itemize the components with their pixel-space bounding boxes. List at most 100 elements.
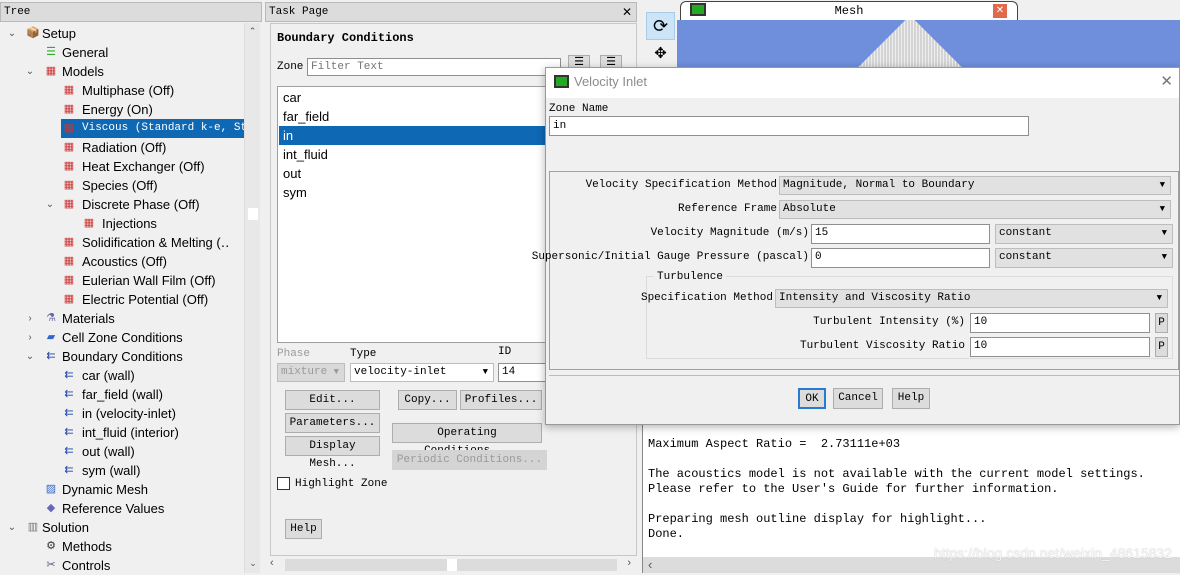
tree-item[interactable]: ▦ Radiation (Off)	[0, 138, 244, 157]
tree-item[interactable]: ◆ Reference Values	[0, 499, 244, 518]
help-button[interactable]: Help	[892, 388, 930, 409]
console-line: Preparing mesh outline display for highl…	[648, 512, 987, 526]
task-hscrollbar[interactable]: ‹ ›	[265, 557, 637, 573]
tree-item[interactable]: ⌄ ▥ Solution	[0, 518, 244, 537]
parameters-button[interactable]: Parameters...	[285, 413, 380, 433]
velocity-magnitude-mode[interactable]: constant ▼	[995, 224, 1173, 244]
dialog-titlebar[interactable]: Velocity Inlet ✕	[546, 68, 1179, 98]
zone-list-item[interactable]: far_field	[279, 107, 556, 126]
turb-intensity-input[interactable]: 10	[970, 313, 1150, 333]
setup-icon: 📦	[26, 27, 40, 39]
ok-button[interactable]: OK	[798, 388, 826, 409]
scroll-down-icon[interactable]: ⌄	[245, 558, 261, 569]
zone-filter-input[interactable]	[307, 58, 561, 76]
tree-item[interactable]: ▨ Dynamic Mesh	[0, 480, 244, 499]
tree-item[interactable]: ⇇ far_field (wall)	[0, 385, 244, 404]
operating-conditions-button[interactable]: Operating Conditions...	[392, 423, 542, 457]
fluent-icon	[554, 75, 569, 88]
tree-item[interactable]: › ⚗ Materials	[0, 309, 244, 328]
gauge-pressure-mode[interactable]: constant ▼	[995, 248, 1173, 268]
highlight-zone-checkbox[interactable]	[277, 477, 290, 490]
tree-item[interactable]: ⌄ 📦 Setup	[0, 24, 244, 43]
tree-item[interactable]: ⌄ ▦ Models	[0, 62, 244, 81]
tree-item[interactable]: ⇇ in (velocity-inlet)	[0, 404, 244, 423]
copy-button[interactable]: Copy...	[398, 390, 457, 410]
help-button[interactable]: Help	[285, 519, 322, 539]
scroll-thumb[interactable]	[447, 559, 457, 571]
tree-item[interactable]: ☰ General	[0, 43, 244, 62]
chevron-down-icon[interactable]: ⌄	[6, 24, 18, 43]
turb-intensity-param-button[interactable]: P	[1155, 313, 1168, 333]
close-icon[interactable]: ✕	[622, 3, 632, 21]
tree-item[interactable]: ⚙ Methods	[0, 537, 244, 556]
tree-item[interactable]: ▦ Acoustics (Off)	[0, 252, 244, 271]
chevron-down-icon[interactable]: ⌄	[24, 347, 36, 366]
chevron-right-icon[interactable]: ›	[24, 328, 36, 347]
chevron-down-icon[interactable]: ⌄	[6, 518, 18, 537]
tree-item[interactable]: › ▰ Cell Zone Conditions	[0, 328, 244, 347]
chevron-down-icon[interactable]: ⌄	[44, 195, 56, 214]
tree-item[interactable]: ⌄ ▦ Discrete Phase (Off)	[0, 195, 244, 214]
tree-item[interactable]: ▦ Electric Potential (Off)	[0, 290, 244, 309]
boundary-icon: ⇇	[64, 388, 74, 400]
zone-list-item[interactable]: car	[279, 88, 556, 107]
tree-item[interactable]: ▦ Energy (On)	[0, 100, 244, 119]
scroll-up-icon[interactable]: ⌃	[245, 23, 260, 39]
tree-item[interactable]: ⇇ car (wall)	[0, 366, 244, 385]
scroll-track[interactable]	[285, 559, 617, 571]
chevron-right-icon[interactable]: ›	[24, 309, 36, 328]
tree-item[interactable]: ▦ Multiphase (Off)	[0, 81, 244, 100]
model-icon: ▦	[63, 255, 75, 267]
tree-item[interactable]: ⇇ out (wall)	[0, 442, 244, 461]
turb-viscosity-param-button[interactable]: P	[1155, 337, 1168, 357]
watermark: https://blog.csdn.net/weixin_48615832	[933, 545, 1172, 561]
zone-list-item[interactable]: int_fluid	[279, 145, 556, 164]
turb-spec-value: Intensity and Viscosity Ratio	[779, 292, 971, 304]
rotate-icon[interactable]: ⟳	[646, 12, 675, 40]
close-icon[interactable]: ✕	[993, 4, 1007, 18]
zone-name-input[interactable]: in	[549, 116, 1029, 136]
tree-item[interactable]: ▦ Heat Exchanger (Off)	[0, 157, 244, 176]
pan-icon[interactable]: ✥	[646, 44, 675, 62]
tree-scrollbar[interactable]: ⌃ ⌄	[244, 23, 260, 573]
tree-item-label: Injections	[102, 216, 157, 231]
profiles-button[interactable]: Profiles...	[460, 390, 542, 410]
scroll-left-icon[interactable]: ‹	[270, 557, 274, 569]
velocity-spec-select[interactable]: Magnitude, Normal to Boundary ▼	[779, 176, 1171, 195]
turb-spec-select[interactable]: Intensity and Viscosity Ratio ▼	[775, 289, 1168, 308]
turb-viscosity-input[interactable]: 10	[970, 337, 1150, 357]
gauge-pressure-input[interactable]: 0	[811, 248, 990, 268]
zone-list-item[interactable]: out	[279, 164, 556, 183]
tree-item[interactable]: ⇇ sym (wall)	[0, 461, 244, 480]
zone-list[interactable]: car far_field in int_fluid out sym	[277, 86, 557, 343]
console[interactable]: Maximum Aspect Ratio = 2.73111e+03 The ac…	[642, 425, 1180, 573]
close-icon[interactable]: ✕	[1160, 72, 1173, 90]
reference-frame-select[interactable]: Absolute ▼	[779, 200, 1171, 219]
scroll-thumb[interactable]	[248, 208, 258, 220]
scroll-left-icon[interactable]: ‹	[648, 557, 652, 572]
id-field[interactable]: 14	[498, 363, 548, 382]
zone-list-item[interactable]: sym	[279, 183, 556, 202]
tree-item[interactable]: ▦ Species (Off)	[0, 176, 244, 195]
velocity-magnitude-input[interactable]: 15	[811, 224, 990, 244]
tree-item[interactable]: ⇇ int_fluid (interior)	[0, 423, 244, 442]
tree-item-label: Materials	[62, 311, 115, 326]
scroll-right-icon[interactable]: ›	[627, 557, 631, 569]
edit-button[interactable]: Edit...	[285, 390, 380, 410]
mesh-tab[interactable]: Mesh ✕	[680, 1, 1018, 20]
type-select[interactable]: velocity-inlet ▼	[350, 363, 494, 382]
tree-item[interactable]: ▦ Solidification & Melting (‥	[0, 233, 244, 252]
cancel-button[interactable]: Cancel	[833, 388, 883, 409]
display-mesh-button[interactable]: Display Mesh...	[285, 436, 380, 470]
tree-item[interactable]: ▦ Eulerian Wall Film (Off)	[0, 271, 244, 290]
tree-item[interactable]: ▦ Viscous (Standard k-e, St‥	[61, 119, 254, 138]
chevron-down-icon: ▼	[1159, 180, 1165, 190]
tree-item[interactable]: ▦ Injections	[0, 214, 244, 233]
tree-item[interactable]: ✂ Controls	[0, 556, 244, 575]
turb-intensity-label: Turbulent Intensity (%)	[813, 316, 965, 328]
console-line: Maximum Aspect Ratio = 2.73111e+03	[648, 437, 901, 451]
zone-list-item[interactable]: in	[279, 126, 556, 145]
tree-item[interactable]: ⌄ ⇇ Boundary Conditions	[0, 347, 244, 366]
chevron-down-icon: ▼	[1159, 204, 1165, 214]
chevron-down-icon[interactable]: ⌄	[24, 62, 36, 81]
